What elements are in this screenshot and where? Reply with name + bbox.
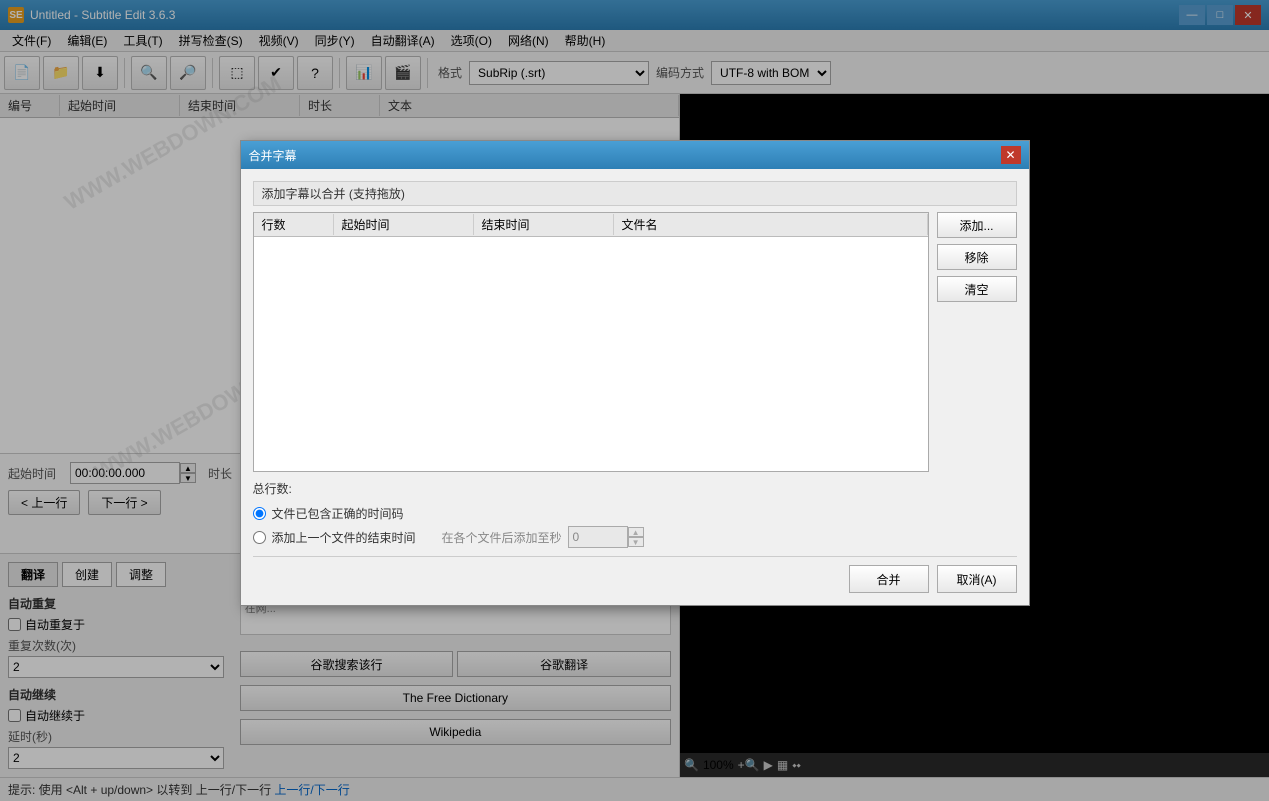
radio-add-time[interactable]	[253, 531, 266, 544]
cancel-button[interactable]: 取消(A)	[937, 565, 1017, 593]
modal-body: 添加字幕以合并 (支持拖放) 行数 起始时间 结束时间 文件名	[241, 169, 1029, 605]
merge-dialog: 合并字幕 ✕ 添加字幕以合并 (支持拖放) 行数 起始时间 结束时间 文件名	[240, 140, 1030, 606]
modal-col-start: 起始时间	[334, 214, 474, 235]
modal-section-label: 添加字幕以合并 (支持拖放)	[253, 181, 1017, 206]
radio-group: 文件已包含正确的时间码 添加上一个文件的结束时间 在各个文件后添加至秒 ▲ ▼	[253, 505, 1017, 548]
radio-label-1: 文件已包含正确的时间码	[272, 505, 404, 522]
add-file-button[interactable]: 添加...	[937, 212, 1017, 238]
add-seconds-label: 在各个文件后添加至秒	[442, 529, 562, 546]
radio-row-2: 添加上一个文件的结束时间 在各个文件后添加至秒 ▲ ▼	[253, 526, 1017, 548]
modal-title-bar: 合并字幕 ✕	[241, 141, 1029, 169]
seconds-up-btn: ▲	[628, 527, 644, 537]
total-row: 总行数:	[253, 480, 1017, 497]
modal-col-rows: 行数	[254, 214, 334, 235]
modal-bottom-row: 合并 取消(A)	[253, 556, 1017, 593]
modal-right-buttons: 添加... 移除 清空	[937, 212, 1017, 480]
modal-table-header: 行数 起始时间 结束时间 文件名	[254, 213, 928, 237]
clear-files-button[interactable]: 清空	[937, 276, 1017, 302]
radio-label-2: 添加上一个文件的结束时间	[272, 529, 416, 546]
modal-close-button[interactable]: ✕	[1001, 146, 1021, 164]
seconds-input	[568, 526, 628, 548]
modal-title: 合并字幕	[249, 147, 297, 164]
total-label: 总行数:	[253, 480, 292, 497]
seconds-down-btn: ▼	[628, 537, 644, 547]
modal-col-filename: 文件名	[614, 214, 928, 235]
modal-overlay: 合并字幕 ✕ 添加字幕以合并 (支持拖放) 行数 起始时间 结束时间 文件名	[0, 0, 1269, 801]
add-seconds-area: 在各个文件后添加至秒 ▲ ▼	[442, 526, 644, 548]
modal-table-body[interactable]	[254, 237, 928, 471]
remove-file-button[interactable]: 移除	[937, 244, 1017, 270]
merge-button[interactable]: 合并	[849, 565, 929, 593]
modal-content-row: 行数 起始时间 结束时间 文件名 添加... 移除 清空	[253, 212, 1017, 480]
radio-row-1: 文件已包含正确的时间码	[253, 505, 1017, 522]
modal-table-container: 行数 起始时间 结束时间 文件名	[253, 212, 929, 480]
radio-timecode[interactable]	[253, 507, 266, 520]
modal-table-area: 行数 起始时间 结束时间 文件名	[253, 212, 929, 472]
modal-col-end: 结束时间	[474, 214, 614, 235]
